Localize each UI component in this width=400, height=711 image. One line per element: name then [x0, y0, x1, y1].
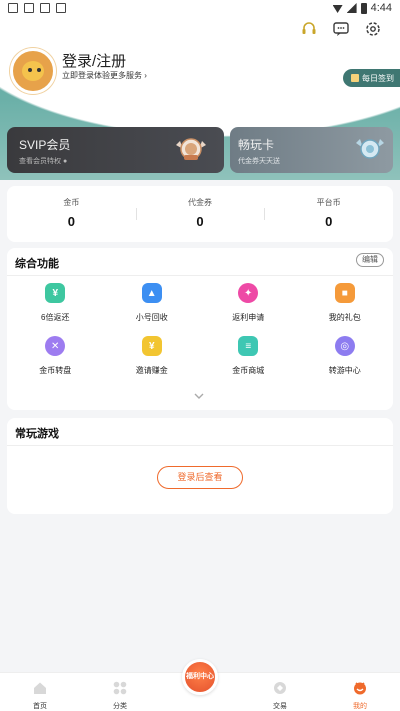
function-label: 金币商城 [232, 366, 265, 375]
money-bag-icon: ¥ [45, 283, 66, 303]
svip-subtitle: 查看会员特权 ● [19, 156, 67, 166]
functions-title: 综合功能 [15, 258, 59, 270]
function-label: 转游中心 [328, 366, 361, 375]
play-card-subtitle: 代金券天天送 [238, 158, 280, 165]
tab-welfare-center[interactable]: 福利中心 [160, 659, 240, 711]
tab-category[interactable]: 分类 [80, 673, 160, 711]
battery-icon [360, 2, 367, 14]
stat-value: 0 [325, 214, 333, 229]
settings-gear-icon[interactable] [364, 20, 382, 38]
functions-grid: ¥ 6倍返还 ▲ 小号回收 ✦ 返利申请 ■ 我的礼包 ✕ 金币转盘 ¥ 邀请赚… [7, 283, 393, 376]
status-time: 4:44 [370, 2, 392, 14]
bottom-tab-bar: 首页 分类 福利中心 交易 我的 [0, 659, 400, 711]
divider [7, 275, 393, 276]
tab-label: 分类 [113, 703, 127, 710]
function-item-invite-earn[interactable]: ¥ 邀请赚金 [104, 336, 201, 376]
stat-value: 0 [196, 214, 204, 229]
function-label: 邀请赚金 [135, 366, 168, 375]
play-card-badge-icon [356, 139, 384, 159]
system-status: 4:44 [332, 2, 392, 14]
stat-label: 金币 [63, 198, 80, 207]
avatar[interactable] [10, 48, 56, 94]
recent-games-title: 常玩游戏 [15, 428, 59, 440]
function-item-my-gifts[interactable]: ■ 我的礼包 [297, 283, 394, 323]
svip-crown-badge-icon [176, 138, 206, 160]
tab-label: 首页 [33, 703, 47, 710]
edit-button[interactable]: 编辑 [356, 253, 384, 267]
login-to-view-button[interactable]: 登录后查看 [157, 466, 243, 489]
function-label: 返利申请 [232, 313, 265, 322]
notification-icon [8, 3, 18, 13]
function-item-transfer-center[interactable]: ◎ 转游中心 [297, 336, 394, 376]
recent-games-panel: 常玩游戏 登录后查看 [7, 418, 393, 514]
assets-panel: 金币 0 代金券 0 平台币 0 [7, 186, 393, 242]
avatar-eye [37, 68, 41, 72]
function-item-account-recycle[interactable]: ▲ 小号回收 [104, 283, 201, 323]
notification-icons [8, 3, 66, 13]
wheel-icon: ✕ [45, 336, 66, 356]
header-actions [300, 20, 382, 38]
notification-icon [40, 3, 50, 13]
login-subtitle-text: 立即登录体验更多服务 [62, 71, 142, 80]
notification-icon [56, 3, 66, 13]
svip-title: SVIP会员 [19, 138, 71, 152]
login-register-link[interactable]: 登录/注册 [62, 50, 126, 71]
stat-label: 代金券 [188, 198, 212, 207]
transfer-icon: ◎ [334, 336, 355, 356]
function-item-coin-wheel[interactable]: ✕ 金币转盘 [7, 336, 104, 376]
info-icon: ● [62, 158, 68, 165]
functions-panel: 综合功能 编辑 ¥ 6倍返还 ▲ 小号回收 ✦ 返利申请 ■ 我的礼包 ✕ 金币… [7, 248, 393, 410]
recycle-icon: ▲ [141, 283, 162, 303]
tab-label: 我的 [353, 703, 367, 710]
stat-vouchers[interactable]: 代金券 0 [135, 186, 265, 242]
welfare-center-button[interactable]: 福利中心 [182, 659, 218, 695]
function-item-six-times-return[interactable]: ¥ 6倍返还 [7, 283, 104, 323]
trade-icon [274, 682, 286, 694]
category-icon [113, 681, 127, 695]
message-icon[interactable] [332, 20, 350, 38]
avatar-eye [28, 68, 32, 72]
play-card[interactable]: 畅玩卡 代金券天天送 [230, 127, 393, 173]
invite-icon: ¥ [141, 336, 162, 356]
signal-icon [346, 3, 357, 13]
stat-platform-coins[interactable]: 平台币 0 [264, 186, 393, 242]
daily-checkin-label: 每日签到 [362, 73, 394, 83]
stat-coins[interactable]: 金币 0 [7, 186, 136, 242]
function-label: 6倍返还 [41, 313, 70, 322]
wifi-icon [332, 5, 343, 13]
login-subtitle-link[interactable]: 立即登录体验更多服务 › [62, 70, 147, 81]
status-bar: 4:44 [0, 0, 400, 18]
divider [7, 445, 393, 446]
tab-label: 交易 [273, 703, 287, 710]
chevron-right-icon: › [144, 71, 147, 80]
home-icon [34, 682, 46, 694]
mall-icon: ≡ [238, 336, 259, 356]
play-card-title: 畅玩卡 [238, 138, 275, 152]
gift-icon [351, 74, 359, 82]
function-label: 小号回收 [135, 313, 168, 322]
rebate-icon: ✦ [238, 283, 259, 303]
function-label: 金币转盘 [39, 366, 72, 375]
function-label: 我的礼包 [328, 313, 361, 322]
gift-icon: ■ [334, 283, 355, 303]
daily-checkin-button[interactable]: 每日签到 [343, 69, 400, 87]
tab-trade[interactable]: 交易 [240, 673, 320, 711]
stat-value: 0 [67, 214, 75, 229]
tab-home[interactable]: 首页 [0, 673, 80, 711]
notification-icon [24, 3, 34, 13]
svip-subtitle-text: 查看会员特权 [19, 158, 61, 165]
function-item-rebate-apply[interactable]: ✦ 返利申请 [200, 283, 297, 323]
function-item-coin-mall[interactable]: ≡ 金币商城 [200, 336, 297, 376]
tab-mine[interactable]: 我的 [320, 673, 400, 711]
profile-icon [354, 682, 366, 695]
customer-service-icon[interactable] [300, 20, 318, 38]
chevron-down-icon[interactable] [194, 391, 204, 401]
svip-member-card[interactable]: SVIP会员 查看会员特权 ● [7, 127, 224, 173]
stat-label: 平台币 [316, 198, 341, 207]
